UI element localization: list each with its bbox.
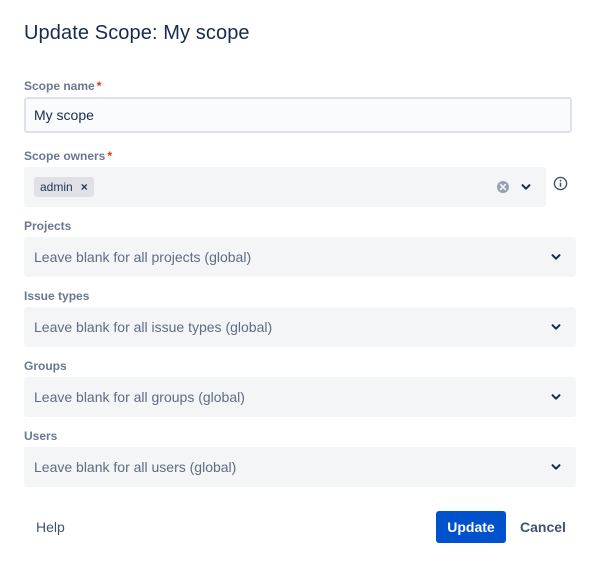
chevron-down-icon[interactable] (550, 391, 562, 403)
required-marker: * (107, 149, 113, 163)
scope-name-label-text: Scope name (24, 79, 95, 93)
users-placeholder: Leave blank for all users (global) (34, 459, 237, 475)
projects-select[interactable]: Leave blank for all projects (global) (24, 237, 576, 277)
projects-placeholder: Leave blank for all projects (global) (34, 249, 252, 265)
update-button[interactable]: Update (436, 511, 506, 543)
scope-owners-label: Scope owners * (24, 149, 112, 163)
scope-name-label: Scope name * (24, 79, 101, 93)
update-scope-dialog: Update Scope: My scope Scope name* Scope… (0, 0, 595, 565)
dialog-title: Update Scope: My scope (24, 22, 250, 44)
groups-placeholder: Leave blank for all groups (global) (34, 389, 245, 405)
issue-types-select[interactable]: Leave blank for all issue types (global) (24, 307, 576, 347)
remove-owner-icon[interactable]: × (81, 181, 88, 193)
chevron-down-icon[interactable] (550, 251, 562, 263)
owner-chip-label: admin (40, 180, 73, 194)
clear-icon[interactable] (496, 180, 510, 194)
scope-owners-label-text: Scope owners (24, 149, 106, 163)
required-marker: * (96, 79, 102, 93)
help-link[interactable]: Help (36, 519, 65, 535)
groups-select[interactable]: Leave blank for all groups (global) (24, 377, 576, 417)
scope-owners-select[interactable]: admin × (24, 167, 546, 207)
chevron-down-icon[interactable] (550, 461, 562, 473)
issue-types-label: Issue types (24, 289, 90, 303)
chevron-down-icon[interactable] (550, 321, 562, 333)
issue-types-placeholder: Leave blank for all issue types (global) (34, 319, 273, 335)
info-icon[interactable] (553, 176, 568, 191)
owner-chip-admin: admin × (34, 177, 94, 197)
cancel-button[interactable]: Cancel (512, 511, 574, 543)
scope-name-input[interactable] (24, 97, 572, 133)
groups-label: Groups (24, 359, 67, 373)
users-select[interactable]: Leave blank for all users (global) (24, 447, 576, 487)
projects-label: Projects (24, 219, 72, 233)
users-label: Users (24, 429, 58, 443)
chevron-down-icon[interactable] (520, 181, 532, 193)
